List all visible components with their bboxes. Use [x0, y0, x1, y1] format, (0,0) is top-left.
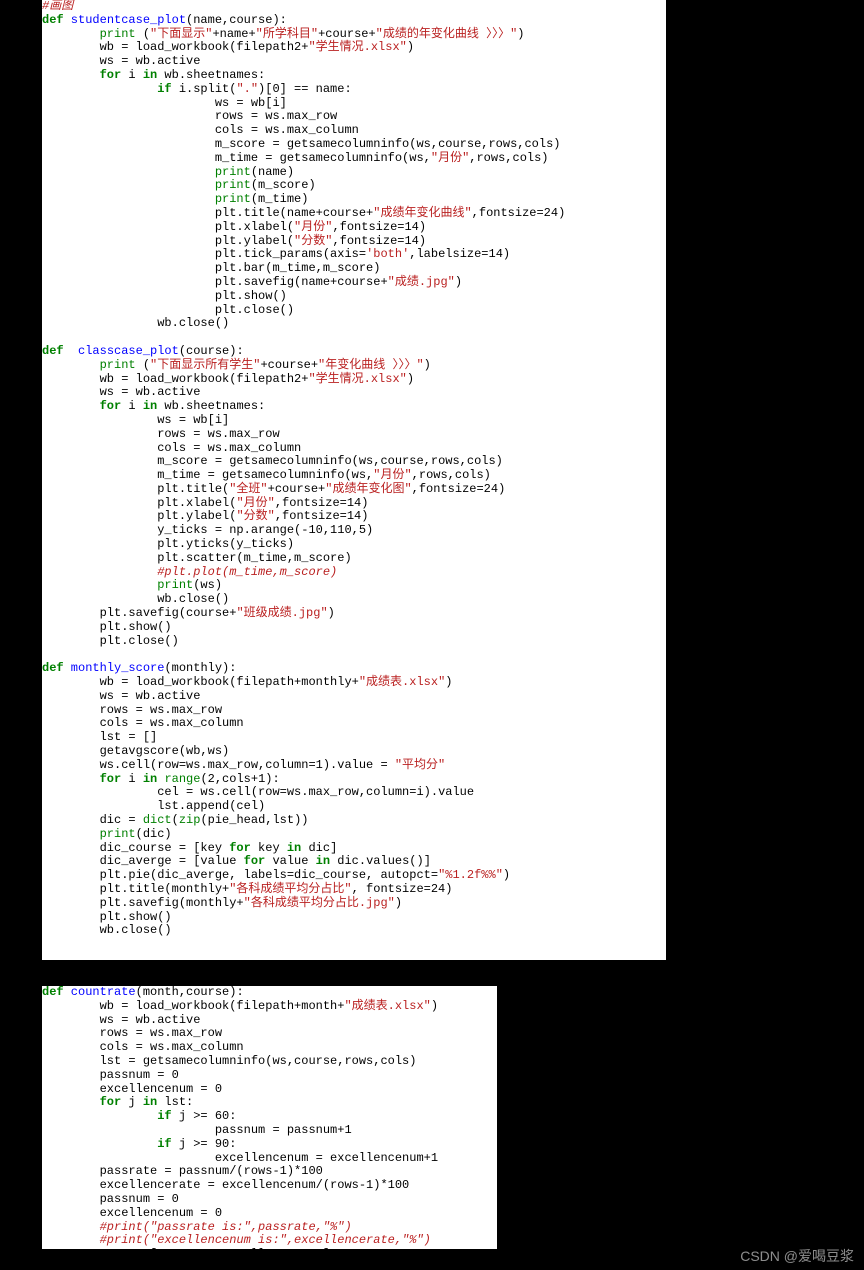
code-line: #画图	[42, 0, 73, 13]
watermark: CSDN @爱喝豆浆	[740, 1248, 854, 1264]
code-block-2: def countrate(month,course): wb = load_w…	[42, 986, 497, 1249]
code-block-1: #画图 def studentcase_plot(name,course): p…	[42, 0, 666, 960]
